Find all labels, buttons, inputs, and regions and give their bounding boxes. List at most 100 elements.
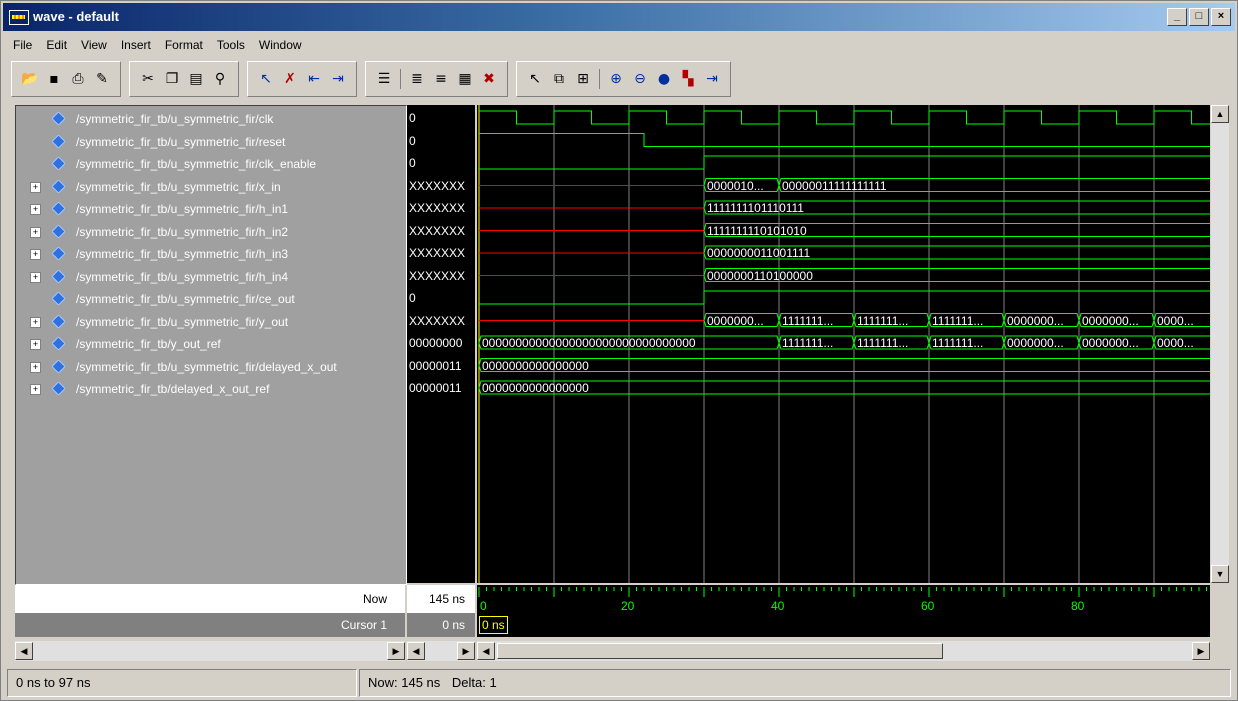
values-horizontal-scrollbar[interactable]: ◀ ▶ [407, 641, 475, 661]
waves-horizontal-scrollbar[interactable]: ◀ ▶ [477, 641, 1210, 661]
scroll-down-button[interactable]: ▼ [1211, 565, 1229, 583]
expand-icon[interactable]: + [30, 384, 41, 395]
maximize-button[interactable]: □ [1189, 8, 1209, 26]
save-icon[interactable]: ▪ [43, 68, 65, 90]
bus-value-label: 1111111110101010 [707, 223, 807, 238]
signal-name: /symmetric_fir_tb/u_symmetric_fir/reset [76, 134, 286, 149]
signal-diamond-icon [52, 134, 65, 148]
signal-diamond-icon [52, 112, 65, 125]
bus-value-label: 00000011111111111 [782, 178, 887, 193]
expand-icon[interactable]: + [30, 249, 41, 260]
waveform-pane[interactable]: 0000010... 00000011111111111 1111111101110… [477, 105, 1210, 583]
signal-value: XXXXXXX [409, 178, 466, 193]
split-icon[interactable]: ⊞ [572, 68, 594, 90]
scroll-right-button[interactable]: ▶ [387, 642, 405, 660]
status-range: 0 ns to 97 ns [7, 669, 357, 697]
signal-diamond-icon [52, 269, 65, 283]
scroll-left-button[interactable]: ◀ [407, 642, 425, 660]
menu-edit[interactable]: Edit [46, 35, 67, 55]
print-icon[interactable]: ⎙ [67, 68, 89, 90]
menu-format[interactable]: Format [165, 35, 203, 55]
signal-value-pane[interactable]: 0 0 0 XXXXXXX XXXXXXX XXXXXXX XXXXXXX XXXXXXX 0 X… [407, 105, 475, 583]
signal-value: XXXXXXX [409, 268, 466, 283]
zoom-in-icon[interactable]: ⊕ [605, 68, 627, 90]
copy-icon[interactable]: ❐ [161, 68, 183, 90]
expand-icon[interactable]: + [30, 226, 41, 238]
menu-insert[interactable]: Insert [121, 35, 151, 55]
signal-row[interactable]: + /symmetric_fir_tb/u_symmetric_fir/x_in [16, 176, 406, 198]
signal-row[interactable]: + /symmetric_fir_tb/u_symmetric_fir/h_in1 [16, 198, 406, 220]
scroll-up-button[interactable]: ▲ [1211, 105, 1229, 123]
expand-icon[interactable]: + [30, 339, 41, 350]
menu-window[interactable]: Window [259, 35, 302, 55]
delete-all-icon[interactable]: ✖ [478, 68, 500, 90]
format-icon[interactable]: ☰ [373, 68, 395, 90]
signal-value: 0 [409, 111, 416, 125]
signal-row[interactable]: /symmetric_fir_tb/u_symmetric_fir/clk [16, 108, 406, 130]
cut-icon[interactable]: ✂ [137, 68, 159, 90]
find-icon[interactable]: ⚲ [209, 68, 231, 90]
signal-row[interactable]: + /symmetric_fir_tb/u_symmetric_fir/h_in3 [16, 243, 406, 265]
signal-row[interactable]: + /symmetric_fir_tb/u_symmetric_fir/h_in2 [16, 221, 406, 243]
close-button[interactable]: × [1211, 8, 1231, 26]
toolbar: 📂 ▪ ⎙ ✎ ✂ ❐ ▤ ⚲ ↖ ✗ ⇤ ⇥ ☰ ≣ ≡ ▦ ✖ ↖ ⧉ ⊞ … [11, 59, 739, 99]
signal-row[interactable]: /symmetric_fir_tb/u_symmetric_fir/reset [16, 131, 406, 153]
bus-value-label: 0000000000000000 [482, 358, 589, 373]
select-mode-icon[interactable]: ↖ [524, 68, 546, 90]
signal-row[interactable]: /symmetric_fir_tb/u_symmetric_fir/ce_out [16, 288, 406, 310]
time-ruler[interactable]: 0 20 40 60 80 [477, 585, 1210, 613]
minimize-button[interactable]: _ [1167, 8, 1187, 26]
vertical-scrollbar[interactable]: ▲ ▼ [1211, 105, 1229, 583]
names-horizontal-scrollbar[interactable]: ◀ ▶ [15, 641, 405, 661]
signal-name: /symmetric_fir_tb/u_symmetric_fir/ce_out [76, 292, 295, 306]
cursor-time-tag[interactable]: 0 ns [479, 616, 508, 634]
signal-name: /symmetric_fir_tb/u_symmetric_fir/h_in2 [76, 224, 289, 239]
cursor-bar[interactable]: 0 ns [477, 613, 1210, 637]
marker-icon[interactable]: ▚ [677, 68, 699, 90]
menu-view[interactable]: View [81, 35, 107, 55]
cursor-label[interactable]: Cursor 1 [341, 618, 387, 632]
expand-icon[interactable]: + [30, 181, 41, 193]
list-icon[interactable]: ▦ [454, 68, 476, 90]
zoom-out-icon[interactable]: ⊖ [629, 68, 651, 90]
delete-cursor-icon[interactable]: ✗ [279, 68, 301, 90]
now-cursor-labels: Now Cursor 1 [15, 585, 405, 637]
signal-row[interactable]: + /symmetric_fir_tb/u_symmetric_fir/h_in4 [16, 266, 406, 288]
expand-icon[interactable]: + [30, 204, 41, 215]
expand-icon[interactable]: + [30, 316, 41, 328]
cursor-goto-icon[interactable]: ⇥ [701, 68, 723, 90]
signal-row[interactable]: + /symmetric_fir_tb/y_out_ref [16, 333, 406, 355]
zoom-mode-icon[interactable]: ⧉ [548, 68, 570, 90]
previous-edge-icon[interactable]: ⇤ [303, 68, 325, 90]
expand-icon[interactable]: + [30, 271, 41, 283]
sort-up-icon[interactable]: ≣ [406, 68, 428, 90]
toolbar-cursor-group: ↖ ✗ ⇤ ⇥ [247, 61, 357, 97]
scroll-left-button[interactable]: ◀ [477, 642, 495, 660]
open-icon[interactable]: 📂 [19, 68, 41, 90]
expand-icon[interactable]: + [30, 361, 41, 373]
scroll-right-button[interactable]: ▶ [457, 642, 475, 660]
properties-icon[interactable]: ✎ [91, 68, 113, 90]
menu-tools[interactable]: Tools [217, 35, 245, 55]
signal-value: XXXXXXX [409, 313, 466, 328]
signal-row[interactable]: + /symmetric_fir_tb/u_symmetric_fir/y_out [16, 311, 406, 333]
menu-file[interactable]: File [13, 35, 32, 55]
scroll-right-button[interactable]: ▶ [1192, 642, 1210, 660]
next-edge-icon[interactable]: ⇥ [327, 68, 349, 90]
signal-row[interactable]: + /symmetric_fir_tb/u_symmetric_fir/delay… [16, 356, 406, 378]
scroll-thumb[interactable] [497, 643, 943, 659]
ruler-label: 20 [621, 599, 635, 613]
signal-name-pane[interactable]: /symmetric_fir_tb/u_symmetric_fir/clk/sy… [15, 105, 407, 585]
sort-down-icon[interactable]: ≡ [430, 68, 452, 90]
insert-cursor-icon[interactable]: ↖ [255, 68, 277, 90]
paste-icon[interactable]: ▤ [185, 68, 207, 90]
bus-value-label: 0000000... [1007, 313, 1064, 328]
zoom-full-icon[interactable]: ● [653, 68, 675, 90]
signal-name: /symmetric_fir_tb/u_symmetric_fir/h_in4 [76, 269, 289, 284]
signal-value: 00000000 [409, 336, 463, 350]
signal-row[interactable]: /symmetric_fir_tb/u_symmetric_fir/clk_en… [16, 153, 406, 175]
signal-diamond-icon [52, 337, 65, 350]
signal-row[interactable]: + /symmetric_fir_tb/delayed_x_out_ref [16, 378, 406, 400]
bus-value-label: 1111111... [782, 336, 834, 350]
scroll-left-button[interactable]: ◀ [15, 642, 33, 660]
